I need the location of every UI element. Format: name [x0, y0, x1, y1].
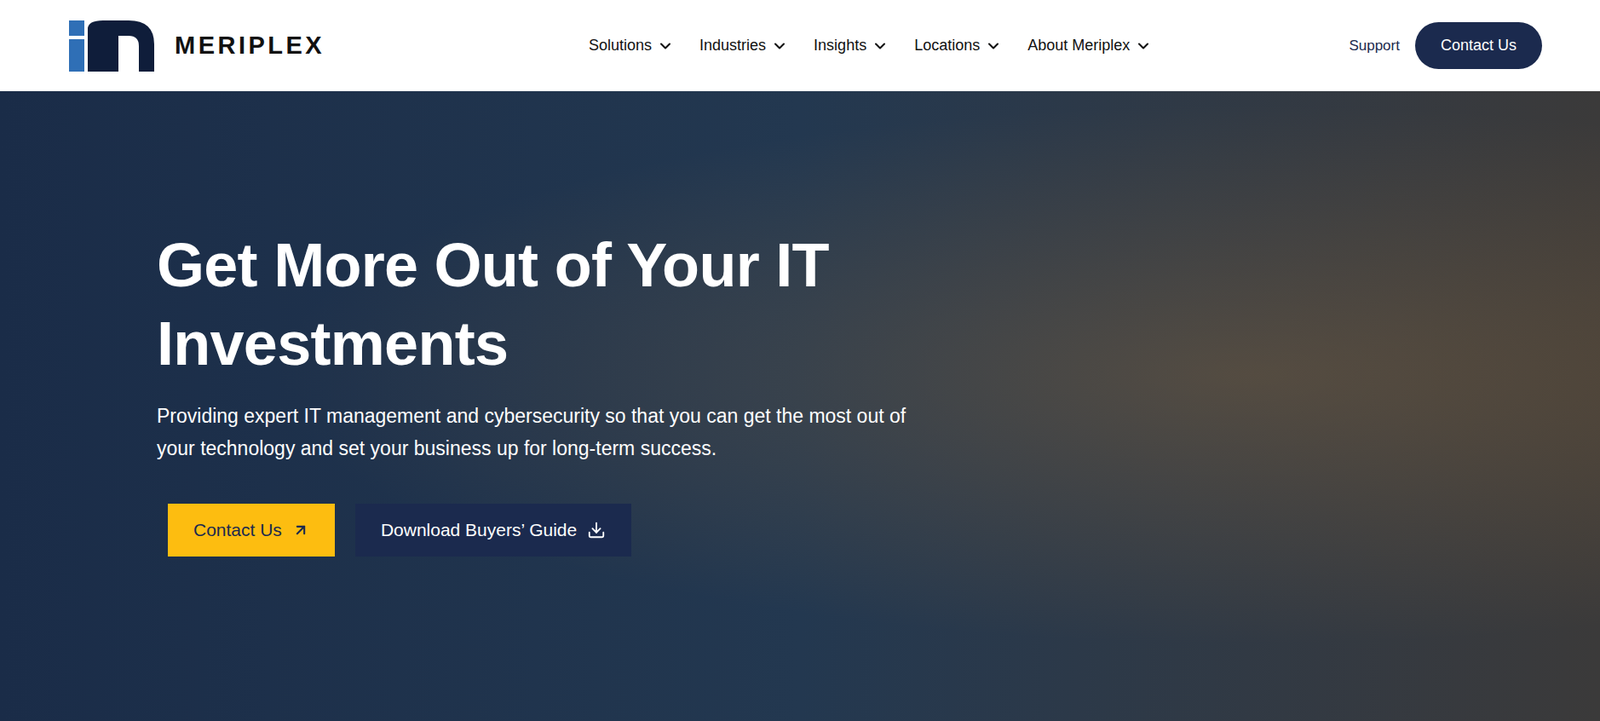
nav-item[interactable]: Locations [914, 34, 1002, 58]
hero-buttons: Contact Us Download Buyers’ Guide [167, 503, 1600, 557]
download-icon [587, 520, 606, 540]
nav-item[interactable]: Solutions [588, 34, 674, 58]
site-header: MERIPLEX Solutions Industries Insights Locat… [0, 0, 1600, 92]
arrow-up-right-icon [292, 521, 310, 539]
hero-subtitle: Providing expert IT management and cyber… [156, 399, 924, 465]
download-guide-button[interactable]: Download Buyers’ Guide [355, 503, 632, 557]
logo[interactable]: MERIPLEX [69, 20, 530, 72]
main-nav: Solutions Industries Insights Locations Abou… [588, 34, 1152, 58]
chevron-down-icon [771, 37, 789, 55]
chevron-down-icon [871, 37, 889, 55]
hero: Get More Out of Your ITInvestments Provid… [0, 91, 1600, 721]
nav-item[interactable]: Industries [699, 34, 789, 58]
nav-item[interactable]: Insights [813, 34, 889, 58]
support-link[interactable]: Support [1348, 34, 1400, 58]
hero-heading: Get More Out of Your ITInvestments [156, 225, 1600, 383]
header-contact-button[interactable]: Contact Us [1415, 22, 1543, 70]
chevron-down-icon [984, 37, 1002, 55]
logo-text: MERIPLEX [174, 27, 325, 65]
chevron-down-icon [656, 37, 674, 55]
meriplex-logo-icon [69, 20, 156, 72]
nav-item[interactable]: About Meriplex [1027, 34, 1152, 58]
hero-contact-button[interactable]: Contact Us [167, 503, 335, 557]
page: MERIPLEX Solutions Industries Insights Locat… [0, 0, 1600, 721]
hero-content: Get More Out of Your ITInvestments Provid… [0, 91, 1600, 557]
chevron-down-icon [1134, 37, 1152, 55]
